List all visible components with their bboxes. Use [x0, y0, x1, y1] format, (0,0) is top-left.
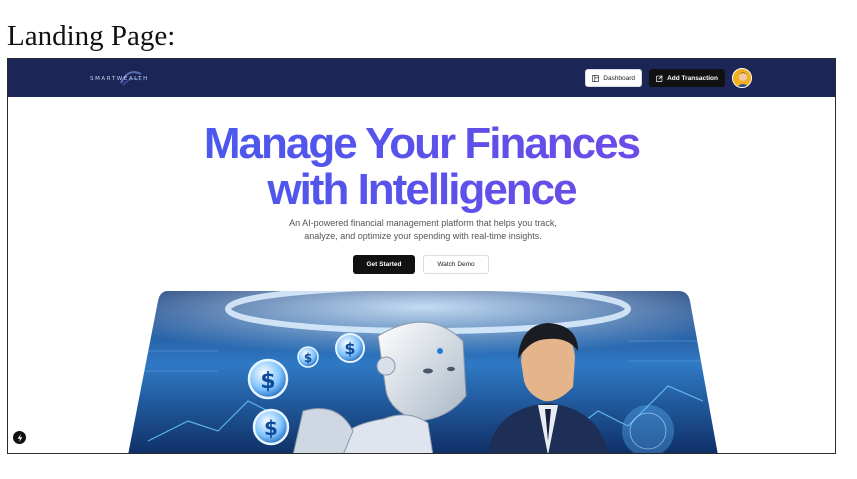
- browser-viewport: SMARTWEALTH Dashboard Add Transaction Ma…: [7, 58, 836, 454]
- svg-text:$: $: [260, 369, 275, 394]
- edit-icon: [656, 74, 663, 82]
- user-avatar-image: [733, 69, 751, 87]
- figure-caption: Landing Page:: [7, 20, 176, 52]
- svg-text:$: $: [264, 416, 278, 440]
- dashboard-button-label: Dashboard: [603, 74, 636, 82]
- hero-subtitle: An AI-powered financial management platf…: [228, 217, 618, 243]
- dashboard-button[interactable]: Dashboard: [585, 69, 643, 87]
- watch-demo-button[interactable]: Watch Demo: [423, 255, 489, 274]
- user-avatar[interactable]: [732, 68, 752, 88]
- hero-illustration: $ $ $ $: [128, 291, 718, 453]
- add-transaction-button-label: Add Transaction: [667, 74, 718, 82]
- top-navbar: SMARTWEALTH Dashboard Add Transaction: [8, 59, 835, 97]
- hero-subtitle-line-2: analyze, and optimize your spending with…: [304, 231, 542, 241]
- nav-actions: Dashboard Add Transaction: [585, 68, 752, 88]
- svg-text:$: $: [344, 339, 355, 358]
- hero-subtitle-line-1: An AI-powered financial management platf…: [289, 218, 557, 228]
- bolt-badge[interactable]: [13, 431, 26, 444]
- brand-logo[interactable]: SMARTWEALTH: [90, 71, 149, 86]
- brand-name: SMARTWEALTH: [90, 76, 149, 82]
- svg-text:$: $: [304, 351, 312, 365]
- layout-icon: [592, 74, 600, 82]
- get-started-button[interactable]: Get Started: [353, 255, 415, 274]
- hero-title-line-1: Manage Your Finances: [8, 121, 835, 167]
- hero-title-line-2: with Intelligence: [8, 167, 835, 213]
- add-transaction-button[interactable]: Add Transaction: [649, 69, 725, 87]
- hero-cta-group: Get Started Watch Demo: [353, 255, 489, 274]
- bolt-icon: [17, 433, 22, 442]
